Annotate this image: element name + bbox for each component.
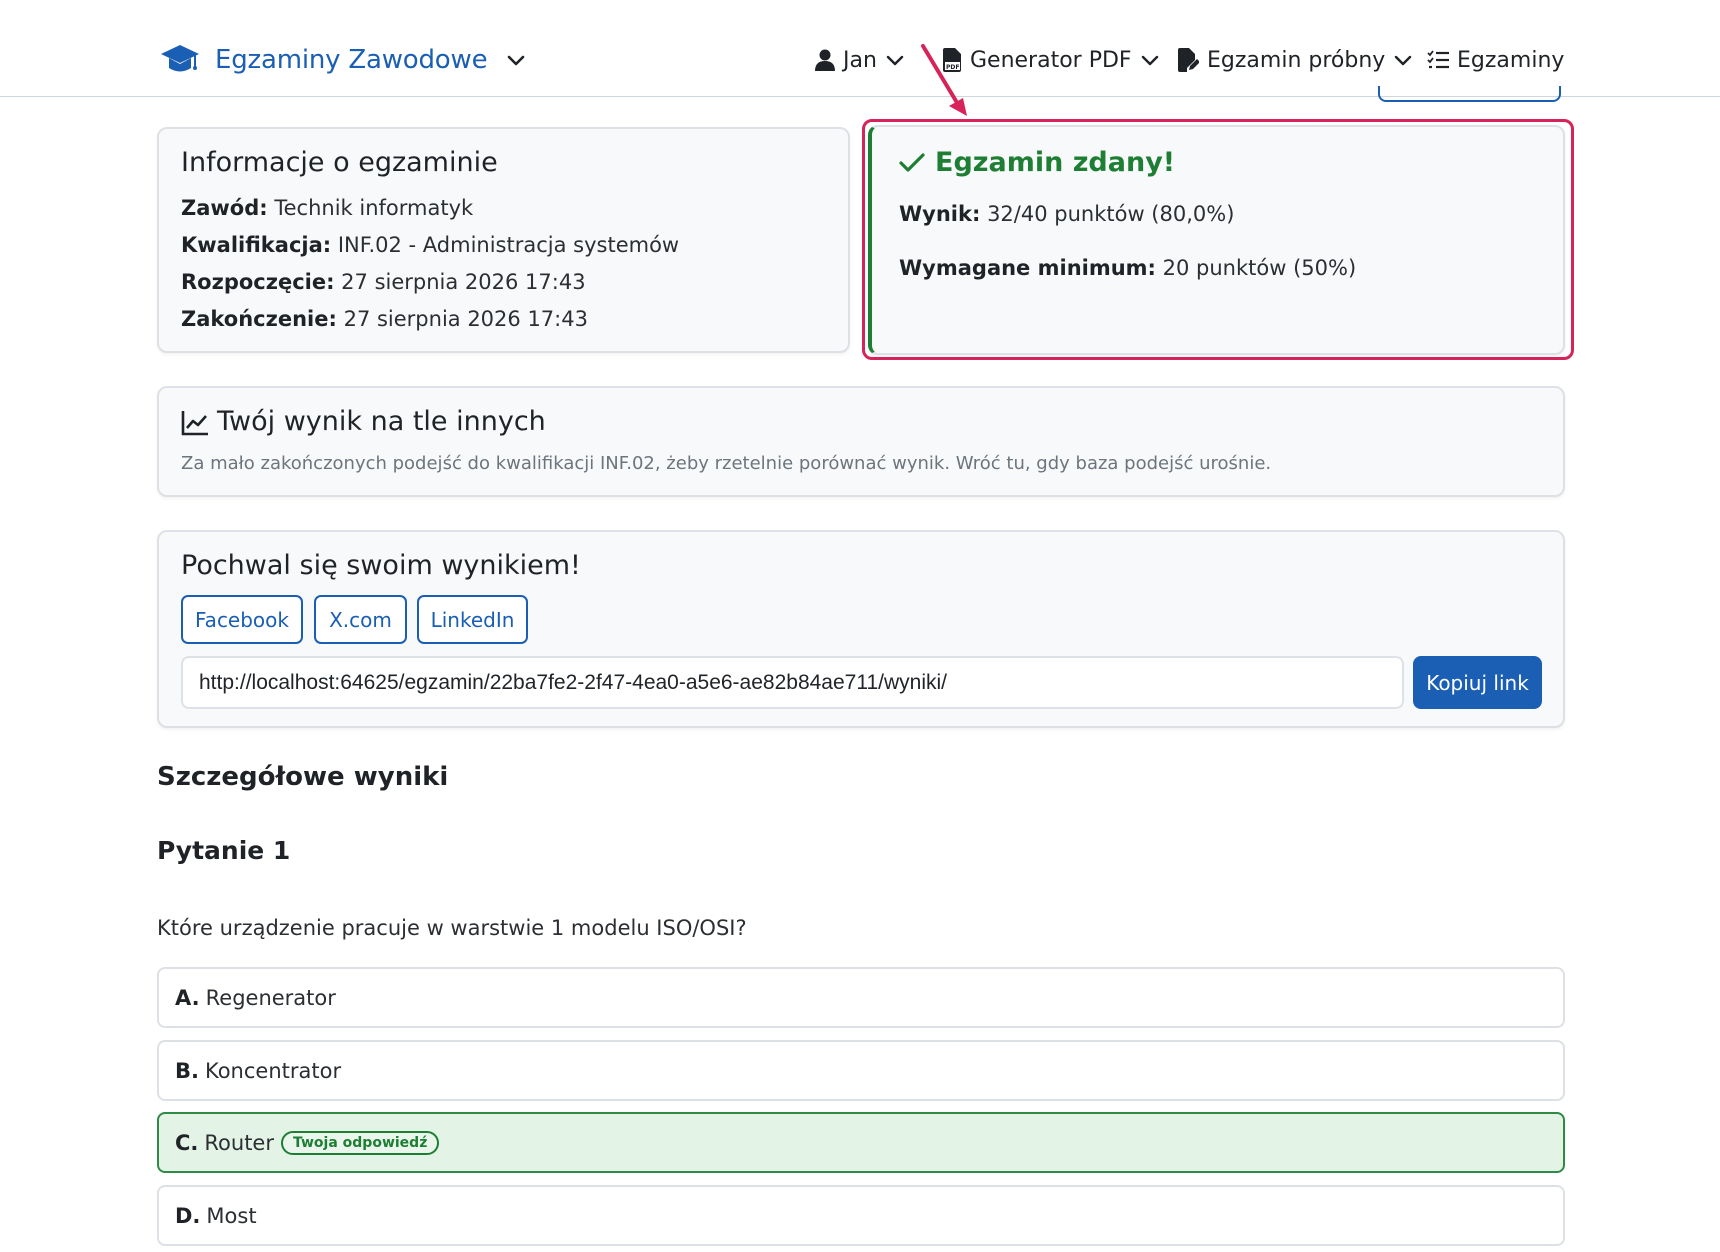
list-check-icon [1427,50,1449,69]
start-row: Rozpoczęcie: 27 sierpnia 2026 17:43 [181,270,586,294]
answer-letter: D. [175,1203,201,1228]
answer-option-d: D. Most [157,1185,1565,1246]
answer-text: Router [204,1130,274,1155]
profession-row: Zawód: Technik informatyk [181,196,473,220]
details-heading: Szczegółowe wyniki [157,762,449,792]
exam-info-card: Informacje o egzaminie Zawód: Technik in… [157,127,850,353]
score-label: Wynik: [899,202,981,226]
end-value: 27 sierpnia 2026 17:43 [343,307,588,331]
start-value: 27 sierpnia 2026 17:43 [341,270,586,294]
answer-text: Regenerator [205,985,336,1010]
chevron-down-icon [1141,55,1158,66]
user-icon [815,49,835,71]
share-link-input[interactable]: http://localhost:64625/egzamin/22ba7fe2-… [181,656,1404,709]
comparison-card: Twój wynik na tle innych Za mało zakończ… [157,386,1565,497]
copy-link-button[interactable]: Kopiuj link [1413,656,1542,709]
partial-button-outline [1378,86,1561,102]
your-answer-badge: Twoja odpowiedź [280,1130,440,1155]
score-value: 32/40 punktów (80,0%) [987,202,1235,226]
share-linkedin-button[interactable]: LinkedIn [417,595,528,644]
end-label: Zakończenie: [181,307,337,331]
result-card: Egzamin zdany! Wynik: 32/40 punktów (80,… [868,125,1565,355]
share-facebook-button[interactable]: Facebook [181,595,303,644]
nav-exams-label: Egzaminy [1457,47,1565,73]
answer-option-b: B. Koncentrator [157,1040,1565,1101]
profession-value: Technik informatyk [274,196,474,220]
minimum-label: Wymagane minimum: [899,256,1156,280]
share-card: Pochwal się swoim wynikiem! Facebook X.c… [157,530,1565,728]
minimum-value: 20 punktów (50%) [1162,256,1357,280]
annotation-arrow-icon [921,44,967,116]
exam-info-title: Informacje o egzaminie [181,147,498,178]
share-title: Pochwal się swoim wynikiem! [181,550,581,581]
check-icon [899,153,925,172]
answer-text: Most [206,1203,257,1228]
score-row: Wynik: 32/40 punktów (80,0%) [899,202,1234,226]
answer-letter: B. [175,1058,199,1083]
qualification-label: Kwalifikacja: [181,233,332,257]
answer-option-c: C. Router Twoja odpowiedź [157,1112,1565,1173]
answer-letter: C. [175,1130,199,1155]
share-x-button[interactable]: X.com [314,595,407,644]
nav-practice-exam-label: Egzamin próbny [1207,47,1386,73]
graduation-cap-icon [161,45,199,72]
minimum-row: Wymagane minimum: 20 punktów (50%) [899,256,1356,280]
nav-pdf-generator-label: Generator PDF [970,47,1132,73]
question-text: Które urządzenie pracuje w warstwie 1 mo… [157,916,747,940]
answer-option-a: A. Regenerator [157,967,1565,1028]
exam-passed-title: Egzamin zdany! [935,147,1176,178]
comparison-message: Za mało zakończonych podejść do kwalifik… [181,453,1272,474]
qualification-row: Kwalifikacja: INF.02 - Administracja sys… [181,233,679,257]
profession-label: Zawód: [181,196,268,220]
nav-exams[interactable]: Egzaminy [1427,42,1572,78]
question-heading: Pytanie 1 [157,836,291,865]
file-edit-icon [1178,48,1199,72]
chevron-down-icon [886,55,904,66]
chevron-down-icon [1395,55,1412,66]
comparison-title: Twój wynik na tle innych [217,406,546,437]
chart-line-icon [181,411,208,436]
qualification-value: INF.02 - Administracja systemów [337,233,680,257]
answer-text: Koncentrator [204,1058,342,1083]
nav-user-label: Jan [843,47,877,73]
answer-letter: A. [175,985,200,1010]
nav-user-menu[interactable]: Jan [815,42,905,78]
navbar: Egzaminy Zawodowe Jan PDF Generator PDF [0,0,1720,97]
brand-title: Egzaminy Zawodowe [215,45,488,75]
chevron-down-icon [508,55,525,66]
brand-link[interactable]: Egzaminy Zawodowe [160,40,527,80]
start-label: Rozpoczęcie: [181,270,335,294]
nav-practice-exam[interactable]: Egzamin próbny [1177,42,1413,78]
end-row: Zakończenie: 27 sierpnia 2026 17:43 [181,307,588,331]
